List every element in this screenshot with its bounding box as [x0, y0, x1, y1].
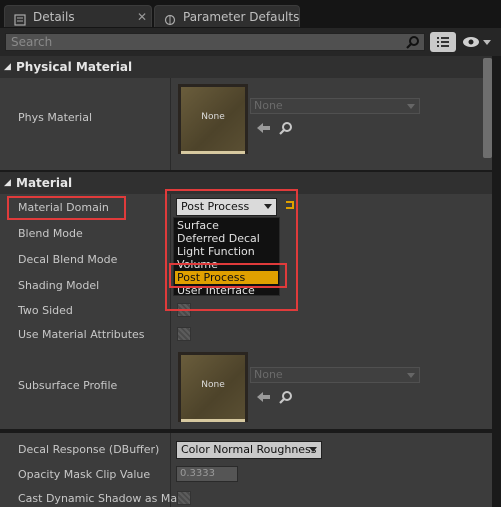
- cast-shadow-label: Cast Dynamic Shadow as Mas: [18, 492, 183, 505]
- subsurface-dropdown-value: None: [254, 368, 283, 381]
- thumbnail-label: None: [201, 112, 225, 122]
- collapse-icon: ◢: [4, 62, 11, 72]
- decal-response-combo[interactable]: Color Normal Roughness: [176, 441, 322, 459]
- property-label-decal-blend-mode: Decal Blend Mode: [18, 253, 118, 266]
- browse-icon[interactable]: [279, 390, 293, 407]
- decal-response-value: Color Normal Roughness: [181, 443, 317, 456]
- use-selected-icon[interactable]: [257, 391, 271, 406]
- phys-material-thumbnail[interactable]: None: [178, 84, 248, 154]
- phys-material-dropdown-value: None: [254, 99, 283, 112]
- cast-shadow-checkbox[interactable]: [177, 491, 191, 505]
- tab-parameter-defaults[interactable]: Parameter Defaults: [154, 5, 300, 27]
- property-label-use-material-attributes: Use Material Attributes: [18, 328, 145, 341]
- collapse-icon: ◢: [4, 178, 11, 188]
- search-placeholder: Search: [11, 35, 53, 49]
- scrollbar-thumb[interactable]: [483, 58, 492, 158]
- property-label-two-sided: Two Sided: [18, 304, 73, 317]
- phys-material-dropdown[interactable]: None: [250, 98, 420, 114]
- column-divider: [170, 78, 171, 170]
- annotation-box-label: [7, 196, 126, 220]
- chevron-down-icon: [407, 373, 415, 378]
- column-divider: [170, 346, 171, 429]
- thumbnail-strip: [181, 419, 245, 422]
- list-view-icon: [437, 37, 449, 47]
- physical-material-title: Physical Material: [16, 60, 133, 74]
- physical-material-header[interactable]: ◢ Physical Material: [0, 56, 492, 78]
- material-title: Material: [16, 176, 73, 190]
- chevron-down-icon: [309, 447, 317, 452]
- annotation-box-selection: [169, 263, 287, 288]
- phys-material-label: Phys Material: [18, 111, 93, 124]
- annotation-box-dropdown: [165, 189, 298, 311]
- tab-details[interactable]: Details ✕: [4, 5, 152, 27]
- use-material-attributes-checkbox[interactable]: [177, 327, 191, 341]
- property-label-shading-model: Shading Model: [18, 279, 100, 292]
- opacity-mask-input[interactable]: 0.3333: [176, 466, 238, 482]
- eye-icon[interactable]: [462, 34, 492, 53]
- browse-icon[interactable]: [279, 121, 293, 138]
- decal-response-label: Decal Response (DBuffer): [18, 443, 160, 456]
- subsurface-dropdown[interactable]: None: [250, 367, 420, 383]
- thumbnail-label: None: [201, 380, 225, 390]
- close-icon[interactable]: ✕: [137, 6, 147, 28]
- use-selected-icon[interactable]: [257, 122, 271, 137]
- opacity-mask-value: 0.3333: [180, 468, 215, 479]
- subsurface-thumbnail[interactable]: None: [178, 352, 248, 422]
- tab-details-label: Details: [33, 10, 75, 24]
- search-input[interactable]: Search: [5, 33, 425, 51]
- subsurface-profile-label: Subsurface Profile: [18, 379, 118, 392]
- search-icon[interactable]: [406, 35, 420, 52]
- opacity-mask-label: Opacity Mask Clip Value: [18, 468, 151, 481]
- thumbnail-strip: [181, 151, 245, 154]
- property-label-blend-mode: Blend Mode: [18, 227, 83, 240]
- tab-parameter-defaults-label: Parameter Defaults: [183, 10, 300, 24]
- view-options-button[interactable]: [430, 32, 456, 52]
- chevron-down-icon: [407, 104, 415, 109]
